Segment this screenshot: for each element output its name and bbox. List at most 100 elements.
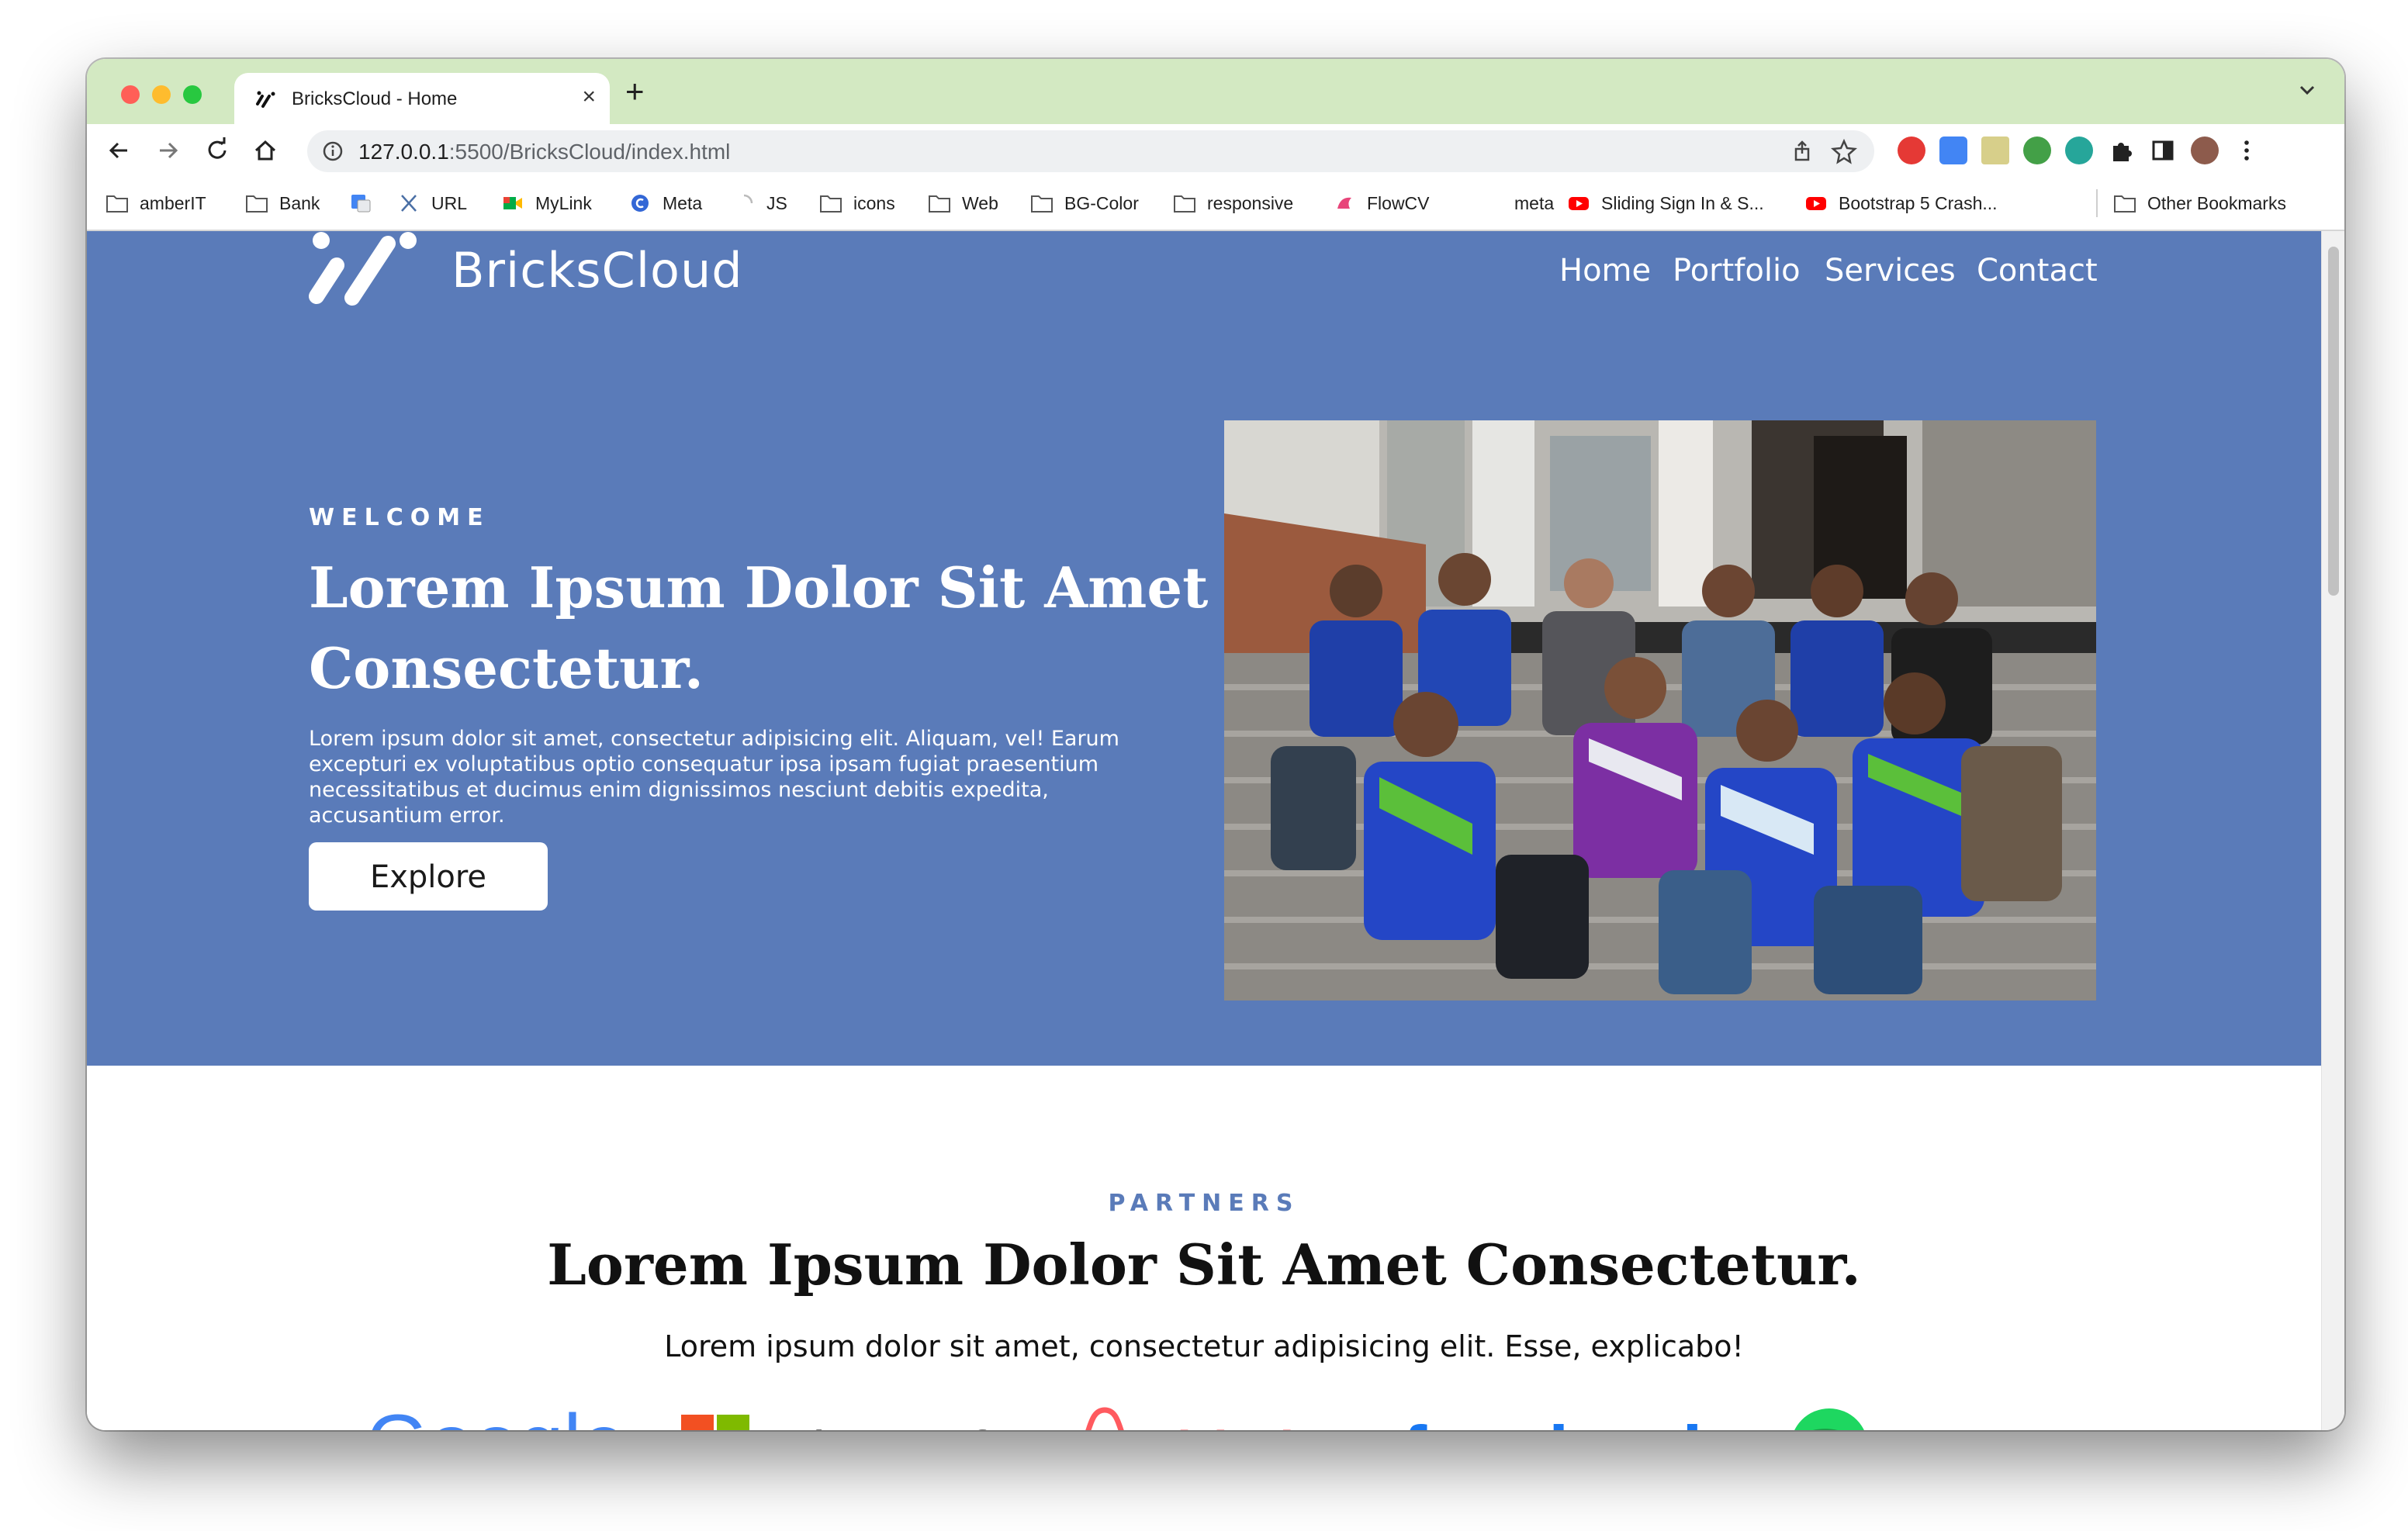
partners-description: Lorem ipsum dolor sit amet, consectetur … — [664, 1329, 1744, 1363]
bookmark-folder-other[interactable]: Other Bookmarks — [2113, 189, 2286, 217]
tab-close-icon[interactable]: × — [582, 84, 596, 110]
bookmark-meta-lower[interactable]: meta — [1497, 189, 1554, 217]
extensions-puzzle-icon[interactable] — [2107, 137, 2135, 164]
bookmark-folder-responsive[interactable]: responsive — [1173, 189, 1293, 217]
bookmark-label: meta — [1514, 192, 1555, 213]
new-tab-button[interactable]: + — [625, 74, 645, 109]
bookmark-js[interactable]: JS — [732, 189, 787, 217]
url-host: 127.0.0.1 — [358, 140, 449, 164]
facebook-logo: facebook — [1403, 1411, 1723, 1430]
bookmark-flowcv[interactable]: FlowCV — [1333, 189, 1430, 217]
tab-title: BricksCloud - Home — [292, 88, 458, 109]
brand-name[interactable]: BricksCloud — [452, 242, 743, 299]
nav-home[interactable]: Home — [1559, 253, 1651, 289]
airbnb-logo: airbnb — [1085, 1407, 1313, 1430]
bookmark-folder-amberit[interactable]: amberIT — [106, 189, 206, 217]
youtube-icon — [1569, 197, 1589, 210]
bookmark-url[interactable]: URL — [397, 189, 467, 217]
bookmark-label: Bootstrap 5 Crash... — [1839, 192, 1998, 213]
grammarly-extension-icon[interactable] — [2065, 137, 2093, 164]
bookmark-mylink[interactable]: MyLink — [501, 189, 592, 217]
team-photo — [1224, 420, 2096, 1001]
hero-eyebrow: WELCOME — [309, 504, 490, 531]
bookmark-label: MyLink — [535, 192, 592, 213]
bookmark-label: Meta — [663, 192, 703, 213]
bookmark-folder-web[interactable]: Web — [928, 189, 998, 217]
bookmark-label: responsive — [1207, 192, 1294, 213]
bookmark-label: URL — [431, 192, 468, 213]
browser-window: BricksCloud - Home × + 127.0.0.1:5500/Br… — [87, 59, 2344, 1430]
bookmark-meta[interactable]: Meta — [628, 189, 702, 217]
hero-section: BricksCloud Home Portfolio Services Cont… — [87, 231, 2321, 1066]
bookmark-label: Web — [962, 192, 998, 213]
bookmark-folder-bg-color[interactable]: BG-Color — [1030, 189, 1139, 217]
bookmark-bootstrap-5[interactable]: Bootstrap 5 Crash... — [1804, 189, 1998, 217]
page-scrollbar[interactable] — [2321, 231, 2344, 1430]
maximize-window-button[interactable] — [183, 85, 202, 104]
folder-icon — [246, 195, 268, 213]
bookmark-label: Bank — [279, 192, 320, 213]
url-path: :5500/BricksCloud/index.html — [448, 140, 731, 164]
explore-button[interactable]: Explore — [309, 842, 548, 911]
tab-active[interactable]: BricksCloud - Home × — [234, 73, 610, 124]
address-bar[interactable]: 127.0.0.1:5500/BricksCloud/index.html — [307, 130, 1874, 172]
side-panel-icon[interactable] — [2149, 137, 2177, 164]
n-extension-icon[interactable] — [2023, 137, 2051, 164]
bookmark-folder-icons[interactable]: icons — [819, 189, 895, 217]
hero-title: Lorem Ipsum Dolor Sit Amet Consectetur. — [309, 555, 1209, 701]
notes-extension-icon[interactable] — [1981, 137, 2009, 164]
airbnb-logo-text: airbnb — [1147, 1420, 1313, 1430]
bookmarks-divider — [2096, 189, 2098, 217]
bookmark-star-icon[interactable] — [1831, 138, 1857, 164]
page-viewport: BricksCloud Home Portfolio Services Cont… — [87, 231, 2321, 1430]
home-icon[interactable] — [250, 135, 281, 166]
meet-icon — [503, 197, 522, 209]
google-translate-icon — [351, 195, 371, 213]
url-text[interactable]: 127.0.0.1:5500/BricksCloud/index.html — [358, 140, 730, 164]
browser-toolbar: 127.0.0.1:5500/BricksCloud/index.html — [87, 124, 2344, 178]
google-logo: Google — [366, 1398, 626, 1430]
bookmark-sliding-sign-in[interactable]: Sliding Sign In & S... — [1567, 189, 1764, 217]
nav-contact[interactable]: Contact — [1977, 253, 2098, 289]
spotify-logo-text: Spotify — [1877, 1422, 2046, 1430]
bookmark-label: BG-Color — [1064, 192, 1139, 213]
translate-extension-icon[interactable] — [1939, 137, 1967, 164]
bookmark-label: icons — [853, 192, 895, 213]
profile-avatar[interactable] — [2191, 137, 2219, 164]
bookmark-label: Sliding Sign In & S... — [1601, 192, 1764, 213]
minimize-window-button[interactable] — [152, 85, 171, 104]
folder-icon — [1031, 195, 1053, 213]
bookmark-label: Other Bookmarks — [2147, 192, 2286, 213]
folder-icon — [106, 195, 128, 213]
bookmark-label: FlowCV — [1367, 192, 1430, 213]
loading-icon — [743, 194, 753, 204]
scrollbar-thumb[interactable] — [2328, 247, 2339, 596]
spotify-logo: Spotify — [1794, 1408, 2046, 1430]
nav-portfolio[interactable]: Portfolio — [1673, 253, 1801, 289]
tab-search-chevron-icon[interactable] — [2296, 79, 2318, 101]
nav-services[interactable]: Services — [1825, 253, 1956, 289]
bookmarks-bar: amberIT Bank URL MyLink Meta JS icons We… — [87, 178, 2344, 231]
share-icon[interactable] — [1790, 140, 1814, 163]
back-arrow-icon[interactable] — [104, 135, 135, 166]
browser-menu-icon[interactable] — [2233, 137, 2261, 164]
bookmark-folder-bank[interactable]: Bank — [245, 189, 320, 217]
adblock-extension-icon[interactable] — [1898, 137, 1925, 164]
folder-icon — [1174, 195, 1195, 213]
microsoft-logo: Microsoft — [681, 1415, 1002, 1430]
close-window-button[interactable] — [121, 85, 140, 104]
brickscloud-logo-icon[interactable] — [309, 231, 424, 312]
brickscloud-favicon-icon — [256, 91, 275, 108]
site-info-icon[interactable] — [321, 140, 344, 163]
youtube-icon — [1806, 197, 1826, 210]
forward-arrow-icon[interactable] — [152, 135, 183, 166]
reload-icon[interactable] — [202, 135, 233, 166]
x-logo-icon — [401, 195, 417, 212]
hero-description: Lorem ipsum dolor sit amet, consectetur … — [309, 727, 1119, 828]
folder-icon — [929, 195, 950, 213]
svg-text:Google: Google — [366, 1398, 626, 1430]
bookmark-translate[interactable] — [349, 189, 383, 217]
facebook-logo-text: facebook — [1403, 1411, 1723, 1430]
flowcv-icon — [1337, 197, 1351, 209]
folder-icon — [2114, 195, 2136, 213]
